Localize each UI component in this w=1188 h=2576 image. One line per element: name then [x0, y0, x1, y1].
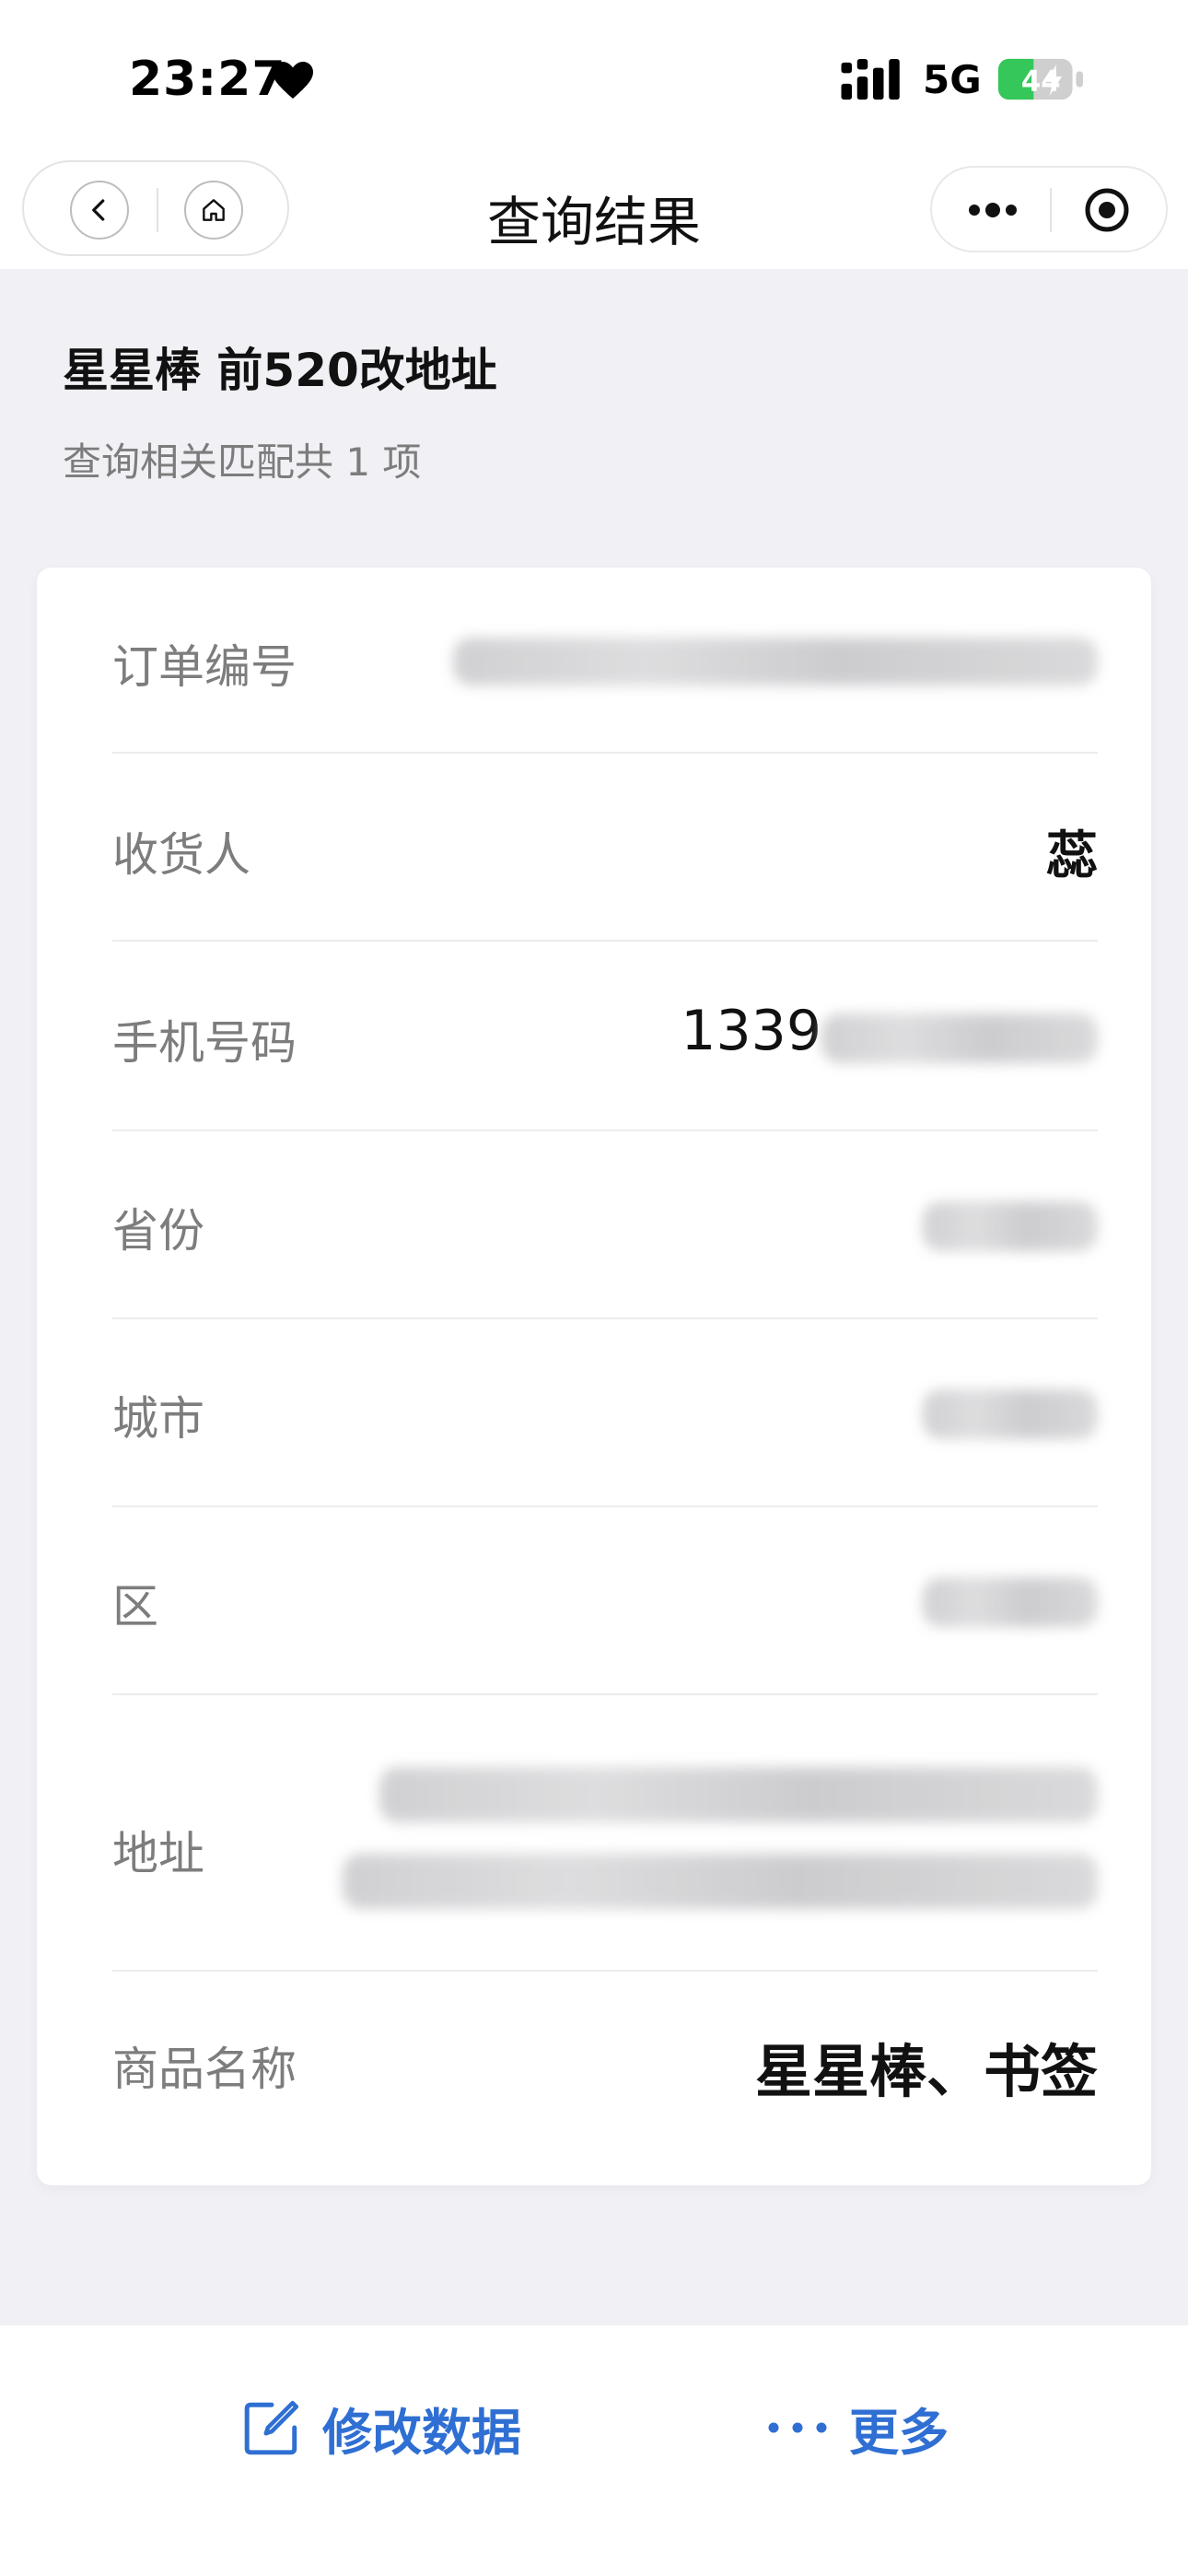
nav-bar: 查询结果: [0, 157, 1188, 269]
province-redacted: [923, 1201, 1098, 1251]
order-number-redacted: [453, 638, 1098, 685]
city-label: 城市: [112, 1392, 204, 1446]
more-dots-icon[interactable]: [965, 195, 1020, 225]
district-label: 区: [112, 1580, 158, 1633]
district-row: 区: [112, 1570, 1098, 1634]
consignee-label: 收货人: [112, 828, 250, 882]
status-bar: 23:27 5G 44: [0, 0, 1188, 157]
battery-charging-icon: 44: [997, 58, 1084, 100]
row-divider: [112, 1130, 1098, 1131]
row-divider: [112, 1505, 1098, 1507]
address-redacted-line1: [379, 1767, 1098, 1822]
network-type: 5G: [923, 57, 982, 102]
address-redacted-line2: [343, 1854, 1098, 1909]
phone-label: 手机号码: [112, 1016, 297, 1070]
edit-icon: [244, 2400, 299, 2455]
row-divider: [112, 752, 1098, 754]
record-card: 订单编号 收货人 蕊 手机号码 1339 省份 城市 区 地址 商品名称 星星棒…: [37, 568, 1151, 2185]
order-number-row: 订单编号: [112, 630, 1098, 695]
more-dots-icon: [768, 2422, 827, 2433]
district-redacted: [923, 1577, 1098, 1627]
query-subtitle: 查询相关匹配共 1 项: [63, 439, 422, 485]
row-divider: [112, 1317, 1098, 1319]
nav-capsule-right: [930, 166, 1168, 252]
city-row: 城市: [112, 1382, 1098, 1446]
phone-value: 1339: [681, 999, 821, 1063]
consignee-row: 收货人 蕊: [112, 818, 1098, 886]
more-label: 更多: [849, 2403, 949, 2462]
row-divider: [112, 1970, 1098, 1972]
status-time: 23:27: [129, 52, 286, 107]
edit-data-label: 修改数据: [322, 2403, 521, 2462]
row-divider: [112, 940, 1098, 942]
city-redacted: [923, 1389, 1098, 1439]
province-label: 省份: [112, 1204, 204, 1258]
province-row: 省份: [112, 1194, 1098, 1259]
capsule-divider: [1050, 188, 1052, 232]
product-name-label: 商品名称: [112, 2043, 297, 2096]
order-number-label: 订单编号: [112, 640, 297, 694]
signal-icon: [841, 59, 900, 100]
target-icon[interactable]: [1083, 186, 1131, 234]
address-row: 地址: [112, 1762, 1098, 1937]
edit-data-button[interactable]: 修改数据: [241, 2386, 521, 2469]
phone-row: 手机号码 1339: [112, 999, 1098, 1071]
product-name-row: 商品名称 星星棒、书签: [112, 2032, 1098, 2105]
phone-redacted: [821, 1013, 1098, 1063]
heart-icon: [273, 62, 313, 99]
row-divider: [112, 1693, 1098, 1695]
address-label: 地址: [112, 1827, 204, 1880]
consignee-value: 蕊: [1046, 826, 1098, 886]
product-name-value: 星星棒、书签: [754, 2038, 1098, 2105]
query-title: 星星棒 前520改地址: [63, 344, 497, 397]
more-button[interactable]: 更多: [766, 2386, 949, 2469]
bottom-action-bar: 修改数据 更多: [0, 2325, 1188, 2576]
